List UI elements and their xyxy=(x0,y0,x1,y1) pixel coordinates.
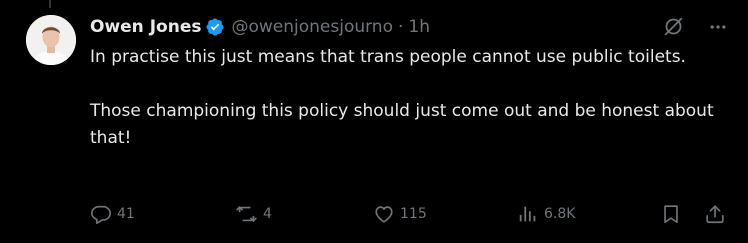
share-icon xyxy=(706,205,724,224)
avatar[interactable] xyxy=(26,15,76,65)
retweet-count: 4 xyxy=(263,206,272,222)
tweet-text: In practise this just means that trans p… xyxy=(90,44,730,152)
tweet-actions-bar: 41 4 115 6.8K xyxy=(90,201,730,227)
tweet-timestamp[interactable]: 1h xyxy=(408,17,430,37)
thread-connector-line xyxy=(49,0,51,8)
retweet-button[interactable]: 4 xyxy=(235,201,272,227)
tweet-paragraph-1: In practise this just means that trans p… xyxy=(90,47,686,67)
tweet-paragraph-2: Those championing this policy should jus… xyxy=(90,101,714,148)
views-button[interactable]: 6.8K xyxy=(517,201,575,227)
reply-button[interactable]: 41 xyxy=(90,201,135,227)
bookmark-icon xyxy=(664,205,678,224)
retweet-icon xyxy=(236,206,257,222)
separator-dot: · xyxy=(398,17,404,37)
tweet-top-icons xyxy=(663,16,728,37)
views-count: 6.8K xyxy=(544,206,576,222)
author-display-name[interactable]: Owen Jones xyxy=(90,17,201,37)
more-options-icon[interactable] xyxy=(708,17,728,37)
grok-icon[interactable] xyxy=(663,16,684,37)
reply-count: 41 xyxy=(117,206,135,222)
heart-icon xyxy=(375,206,393,223)
bookmark-button[interactable] xyxy=(660,201,682,227)
verified-badge-icon[interactable] xyxy=(205,17,225,37)
like-count: 115 xyxy=(400,206,427,222)
like-button[interactable]: 115 xyxy=(373,201,427,227)
tweet-card[interactable]: Owen Jones @owenjonesjourno · 1h In prac… xyxy=(0,0,748,243)
reply-icon xyxy=(91,205,111,224)
share-button[interactable] xyxy=(704,201,726,227)
author-handle[interactable]: @owenjonesjourno xyxy=(231,17,393,37)
avatar-portrait-icon xyxy=(26,15,76,65)
tweet-header: Owen Jones @owenjonesjourno · 1h xyxy=(90,14,430,40)
views-icon xyxy=(519,206,536,222)
